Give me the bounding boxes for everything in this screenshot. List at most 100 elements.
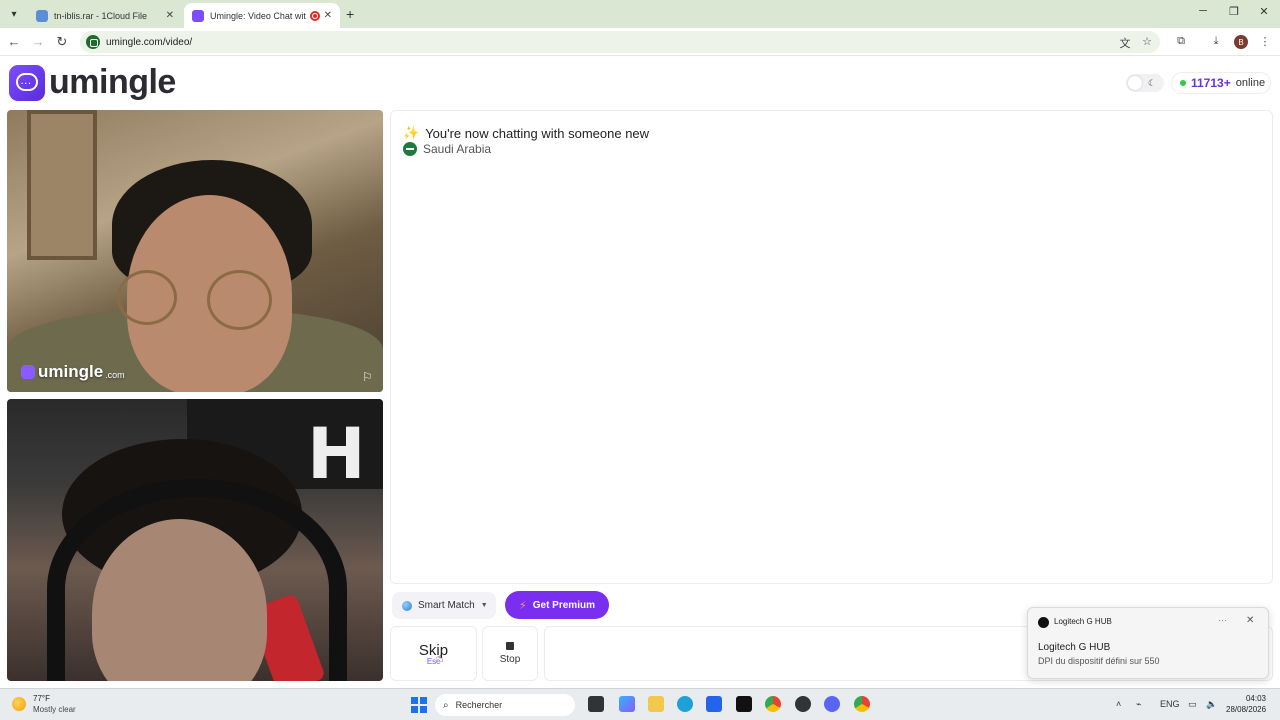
- globe-icon: [402, 600, 412, 611]
- stop-label: Stop: [499, 654, 521, 665]
- chrome-active-icon[interactable]: [854, 696, 870, 712]
- address-bar[interactable]: umingle.com/video/: [80, 31, 1160, 53]
- weather-moon-icon[interactable]: [12, 697, 26, 711]
- chat-bubble-logo-icon: ···: [9, 64, 45, 101]
- browser-tabstrip: ▾ tn-iblis.rar - 1Cloud File ✕ Umingle: …: [0, 0, 1280, 28]
- glasses-left: [117, 270, 177, 325]
- forward-icon[interactable]: →: [30, 34, 46, 49]
- extensions-icon[interactable]: ⧉: [1173, 35, 1189, 48]
- file-explorer-icon[interactable]: [648, 696, 664, 712]
- premium-label: Get Premium: [532, 599, 595, 611]
- saudi-flag-icon: [403, 142, 417, 156]
- edge-icon[interactable]: [677, 696, 693, 712]
- window-close-icon[interactable]: ✕: [1254, 5, 1274, 18]
- notification-title: Logitech G HUB: [1038, 642, 1111, 653]
- tab-search-chevron-icon[interactable]: ▾: [4, 4, 24, 24]
- bolt-icon: ⚡: [519, 599, 527, 612]
- stop-button[interactable]: Stop: [482, 626, 538, 681]
- minimize-icon[interactable]: ─: [1193, 5, 1213, 17]
- browser-menu-icon[interactable]: ⋮: [1257, 35, 1273, 48]
- stop-square-icon: [506, 642, 514, 650]
- recording-indicator-icon: [309, 10, 320, 21]
- tray-chevron-icon[interactable]: ˄: [1116, 699, 1121, 709]
- watermark-logo-icon: [21, 365, 35, 379]
- umingle-favicon-icon: [192, 9, 204, 22]
- maximize-icon[interactable]: ❐: [1224, 5, 1244, 18]
- moon-icon: ☾: [1148, 77, 1157, 88]
- display-icon[interactable]: ▭: [1188, 699, 1197, 710]
- report-flag-icon[interactable]: ⚐: [362, 370, 376, 384]
- new-tab-icon[interactable]: +: [346, 6, 354, 22]
- self-video: H: [7, 399, 383, 681]
- background-frame: [27, 110, 97, 260]
- skip-button[interactable]: Skip Esc: [390, 626, 477, 681]
- close-tab-icon[interactable]: ✕: [324, 10, 332, 21]
- task-view-icon[interactable]: [588, 696, 604, 712]
- taskbar: 77°F Mostly clear ⌕ Rechercher ˄ ⌁ ENG ▭…: [0, 688, 1280, 720]
- theme-toggle[interactable]: ☾: [1126, 74, 1164, 92]
- url-text: umingle.com/video/: [106, 36, 193, 48]
- notification-body: DPI du dispositif défini sur 550: [1038, 656, 1160, 666]
- tab-title: Umingle: Video Chat with St: [210, 10, 306, 21]
- stranger-country: Saudi Arabia: [403, 142, 491, 156]
- chrome-icon[interactable]: [765, 696, 781, 712]
- network-icon[interactable]: ⌁: [1136, 699, 1141, 710]
- reload-icon[interactable]: ↻: [54, 34, 70, 50]
- close-tab-icon[interactable]: ✕: [166, 10, 174, 21]
- translate-icon[interactable]: 文: [1117, 35, 1133, 51]
- watermark-text: umingle: [38, 362, 104, 381]
- toggle-knob: [1128, 76, 1142, 90]
- clock-date[interactable]: 28/08/2026: [1226, 705, 1266, 714]
- search-icon: ⌕: [443, 699, 449, 711]
- chat-status: ✨ You're now chatting with someone new: [403, 125, 649, 141]
- bookmark-star-icon[interactable]: ☆: [1139, 35, 1155, 48]
- stranger-video: umingle .com ⚐: [7, 110, 383, 392]
- tab-umingle[interactable]: Umingle: Video Chat with St ✕: [184, 3, 340, 28]
- back-icon[interactable]: ←: [6, 34, 22, 49]
- online-count: 11713+: [1191, 76, 1231, 90]
- volume-icon[interactable]: 🔈: [1206, 699, 1217, 710]
- sparkles-icon: ✨: [403, 125, 420, 140]
- site-info-icon[interactable]: [86, 35, 100, 49]
- mouse-cursor-icon: ☝: [436, 651, 444, 665]
- smart-match-dropdown[interactable]: Smart Match ▼: [392, 592, 496, 619]
- app-icon[interactable]: [736, 696, 752, 712]
- search-placeholder: Rechercher: [455, 700, 503, 710]
- country-name: Saudi Arabia: [423, 142, 492, 156]
- logo-text: umingle: [49, 63, 176, 101]
- smart-match-label: Smart Match: [418, 600, 475, 611]
- clock-time[interactable]: 04:03: [1236, 694, 1266, 703]
- poster-letter: H: [307, 413, 366, 495]
- chat-panel: ✨ You're now chatting with someone new S…: [390, 110, 1273, 584]
- headphones: [47, 479, 347, 681]
- glasses-right: [207, 270, 272, 330]
- language-indicator[interactable]: ENG: [1160, 699, 1180, 709]
- profile-avatar[interactable]: B: [1234, 35, 1248, 49]
- logitech-icon: [1038, 617, 1049, 628]
- copilot-icon[interactable]: [619, 696, 635, 712]
- caret-down-icon: ▼: [480, 602, 488, 609]
- download-icon[interactable]: ⤓: [1208, 35, 1224, 48]
- tab-title: tn-iblis.rar - 1Cloud File: [54, 10, 148, 21]
- discord-icon[interactable]: [824, 696, 840, 712]
- watermark-suffix: .com: [105, 370, 125, 380]
- weather-desc: Mostly clear: [33, 705, 76, 714]
- notification-app-name: Logitech G HUB: [1054, 617, 1112, 626]
- online-counter: 11713+ online: [1171, 72, 1271, 94]
- chat-status-text: You're now chatting with someone new: [425, 125, 650, 141]
- weather-temp: 77°F: [33, 694, 50, 703]
- umingle-watermark: umingle .com: [21, 362, 125, 382]
- get-premium-button[interactable]: ⚡ Get Premium: [505, 591, 609, 619]
- system-notification[interactable]: Logitech G HUB ··· ✕ Logitech G HUB DPI …: [1027, 607, 1269, 679]
- cloud-favicon-icon: [36, 9, 48, 22]
- tab-1cloud[interactable]: tn-iblis.rar - 1Cloud File ✕: [28, 3, 182, 28]
- online-label: online: [1235, 77, 1266, 89]
- store-icon[interactable]: [706, 696, 722, 712]
- app-icon-2[interactable]: [795, 696, 811, 712]
- taskbar-search[interactable]: ⌕ Rechercher: [435, 694, 575, 716]
- more-options-icon[interactable]: ···: [1218, 615, 1227, 625]
- site-logo[interactable]: ··· umingle: [9, 63, 176, 102]
- windows-start-icon[interactable]: [411, 697, 427, 713]
- browser-toolbar: ← → ↻ umingle.com/video/ 文 ☆ ⧉ ⤓ B ⋮: [0, 28, 1280, 56]
- notification-close-icon[interactable]: ✕: [1246, 615, 1254, 626]
